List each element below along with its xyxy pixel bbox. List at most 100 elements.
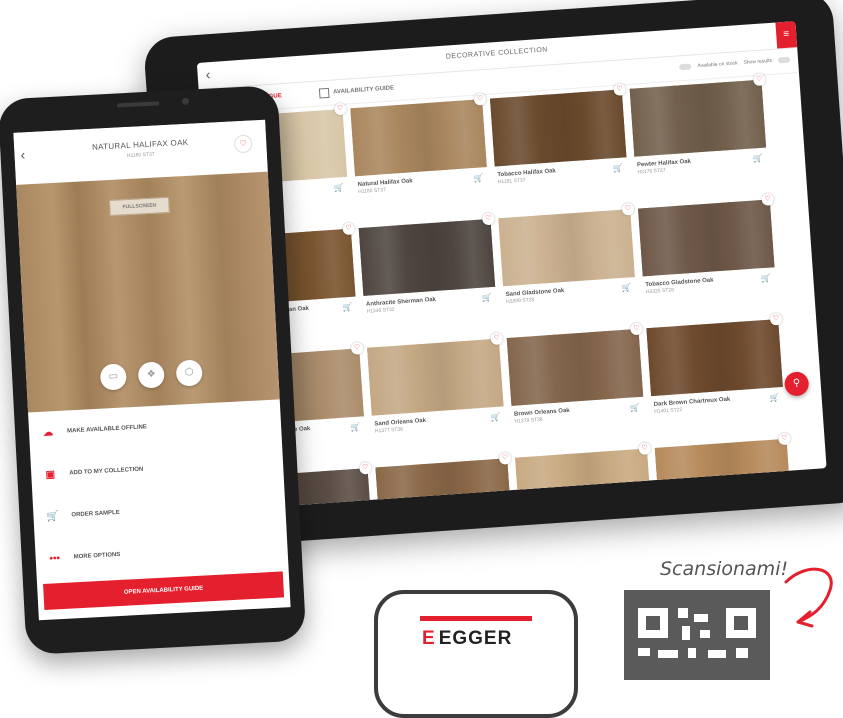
- decor-card[interactable]: ♡🛒: [515, 442, 655, 510]
- qr-module: [682, 626, 690, 640]
- cart-icon[interactable]: 🛒: [473, 173, 484, 183]
- menu-item-label: MORE OPTIONS: [73, 551, 121, 561]
- logo-wordmark: E EGGER: [422, 628, 512, 650]
- decor-preview: FULLSCREEN ▭ ❖ ⬡: [16, 171, 280, 413]
- qr-module: [694, 614, 708, 622]
- cart-icon: 🛒: [46, 510, 60, 523]
- cart-icon[interactable]: 🛒: [613, 164, 624, 174]
- decor-card[interactable]: ♡🛒: [375, 452, 515, 510]
- qr-module: [638, 648, 650, 656]
- qr-module: [700, 630, 710, 638]
- decor-swatch[interactable]: [654, 438, 792, 510]
- scan-label: Scansionami!: [660, 558, 789, 580]
- heart-icon[interactable]: ♡: [482, 212, 495, 226]
- results-toggle[interactable]: [777, 56, 791, 64]
- heart-icon[interactable]: ♡: [630, 322, 643, 336]
- cart-icon[interactable]: 🛒: [482, 293, 493, 303]
- phone-screen: ‹ NATURAL HALIFAX OAK H1180 ST37 ♡ FULLS…: [13, 119, 291, 621]
- heart-icon[interactable]: ♡: [761, 193, 775, 206]
- qr-code[interactable]: [624, 590, 770, 680]
- heart-icon[interactable]: ♡: [490, 332, 504, 346]
- heart-icon[interactable]: ♡: [752, 73, 766, 87]
- cart-icon[interactable]: 🛒: [334, 183, 345, 193]
- decor-card[interactable]: ♡ Tobacco Gladstone Oak H3325 ST28 🛒: [638, 193, 778, 321]
- logo-text: EGGER: [438, 628, 513, 649]
- menu-button[interactable]: ≡: [775, 21, 798, 49]
- cart-icon[interactable]: 🛒: [630, 403, 641, 413]
- egger-logo: E EGGER: [374, 590, 578, 718]
- decor-swatch[interactable]: [350, 99, 487, 177]
- decor-swatch[interactable]: [646, 319, 783, 397]
- cart-icon[interactable]: 🛒: [621, 283, 632, 293]
- qr-module: [658, 650, 678, 658]
- box-icon[interactable]: ⬡: [175, 359, 203, 387]
- decor-card[interactable]: ♡ Pewter Halifax Oak H3178 ST37 🛒: [629, 73, 770, 201]
- qr-module: [708, 650, 726, 658]
- tab-availability-guide[interactable]: AVAILABILITY GUIDE: [318, 83, 395, 99]
- collection-icon: ▣: [45, 468, 56, 481]
- decor-swatch[interactable]: [367, 338, 504, 416]
- heart-icon[interactable]: ♡: [359, 461, 372, 475]
- show-results-label: Show results: [743, 57, 773, 66]
- decor-card[interactable]: ♡ Brown Orleans Oak H1379 ST36 🛒: [506, 322, 647, 450]
- heart-icon[interactable]: ♡: [333, 102, 347, 116]
- decor-card[interactable]: ♡ Natural Halifax Oak H1180 ST37 🛒: [350, 92, 490, 221]
- decor-swatch[interactable]: [629, 79, 767, 157]
- heart-icon[interactable]: ♡: [342, 222, 356, 236]
- qr-module: [678, 608, 688, 618]
- logo-mark: E: [422, 628, 436, 649]
- stock-toggle[interactable]: [679, 63, 692, 71]
- heart-icon[interactable]: ♡: [473, 92, 487, 106]
- phone-camera: [181, 97, 190, 106]
- decor-swatch[interactable]: [490, 89, 627, 167]
- heart-icon[interactable]: ♡: [613, 83, 627, 96]
- heart-icon[interactable]: ♡: [350, 342, 364, 355]
- qr-module: [736, 648, 748, 658]
- cart-icon[interactable]: 🛒: [761, 273, 772, 283]
- fullscreen-button[interactable]: FULLSCREEN: [109, 196, 170, 216]
- heart-icon[interactable]: ♡: [498, 452, 512, 465]
- qr-finder-inner: [646, 616, 660, 630]
- decor-swatch[interactable]: [506, 328, 644, 406]
- menu-item-label: ORDER SAMPLE: [71, 509, 120, 519]
- menu-item-label: ADD TO MY COLLECTION: [69, 466, 144, 477]
- tab-label: AVAILABILITY GUIDE: [332, 85, 395, 96]
- qr-module: [688, 648, 696, 658]
- decor-card[interactable]: ♡ Sand Gladstone Oak H3309 ST28 🛒: [498, 202, 638, 331]
- curved-arrow-icon: [784, 567, 833, 628]
- cube-icon[interactable]: ❖: [137, 361, 165, 389]
- heart-icon[interactable]: ♡: [638, 442, 652, 456]
- phone-speaker: [117, 101, 160, 108]
- qr-finder-inner: [734, 616, 748, 630]
- logo-stripe: [420, 616, 532, 621]
- cart-icon[interactable]: 🛒: [342, 303, 353, 313]
- more-icon: •••: [49, 552, 61, 565]
- decor-card[interactable]: ♡🛒: [654, 432, 795, 510]
- cart-icon[interactable]: 🛒: [350, 422, 361, 432]
- offline-icon: ☁: [42, 426, 54, 439]
- decor-card[interactable]: ♡ Dark Brown Chartreux Oak H1401 ST22 🛒: [646, 312, 786, 441]
- decor-swatch[interactable]: [498, 209, 635, 287]
- decor-swatch[interactable]: [375, 458, 512, 510]
- heart-icon[interactable]: ♡: [769, 312, 783, 326]
- phone-device: ‹ NATURAL HALIFAX OAK H1180 ST37 ♡ FULLS…: [0, 85, 307, 655]
- heart-icon[interactable]: ♡: [778, 432, 791, 446]
- menu-item-label: MAKE AVAILABLE OFFLINE: [66, 424, 148, 435]
- decor-card[interactable]: ♡ Anthracite Sherman Oak H1346 ST32 🛒: [358, 212, 499, 340]
- decor-card[interactable]: ♡ Sand Orleans Oak H1377 ST36 🛒: [367, 332, 507, 460]
- search-fab[interactable]: ⚲: [783, 371, 810, 397]
- monitor-icon[interactable]: ▭: [99, 363, 127, 391]
- decor-swatch[interactable]: [515, 448, 652, 510]
- stock-label: Available on stock: [697, 60, 738, 70]
- action-menu: ☁ MAKE AVAILABLE OFFLINE ▣ ADD TO MY COL…: [28, 399, 288, 580]
- cart-icon[interactable]: 🛒: [769, 393, 780, 403]
- cart-icon[interactable]: 🛒: [753, 154, 764, 164]
- guide-icon: [318, 87, 330, 99]
- decor-swatch[interactable]: [638, 199, 775, 277]
- decor-grid: ♡White Halifax OakH1176 ST37🛒♡Natural Ha…: [210, 73, 808, 510]
- cart-icon[interactable]: 🛒: [490, 413, 501, 423]
- heart-icon[interactable]: ♡: [621, 202, 635, 216]
- decor-swatch[interactable]: [358, 218, 496, 296]
- filter-toggles: Available on stock Show results: [679, 56, 791, 71]
- decor-card[interactable]: ♡ Tobacco Halifax Oak H1181 ST37 🛒: [490, 83, 630, 211]
